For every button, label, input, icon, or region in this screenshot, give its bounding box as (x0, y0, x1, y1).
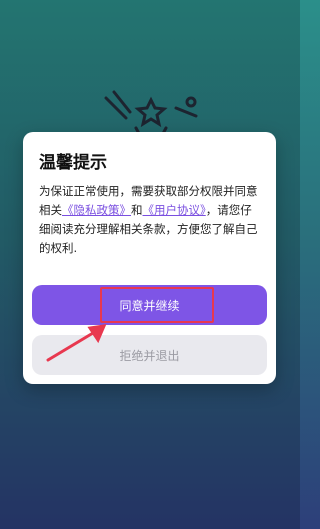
message-text-and: 和 (131, 203, 143, 217)
dialog-message: 为保证正常使用，需要获取部分权限并同意相关《隐私政策》和《用户协议》，请您仔细阅… (39, 182, 262, 258)
arrow-annotation (46, 324, 107, 362)
dialog-title: 温馨提示 (39, 153, 107, 173)
highlight-annotation-box (100, 287, 214, 323)
privacy-policy-link[interactable]: 《隐私政策》 (62, 203, 131, 217)
user-agreement-link[interactable]: 《用户协议》 (143, 203, 206, 217)
